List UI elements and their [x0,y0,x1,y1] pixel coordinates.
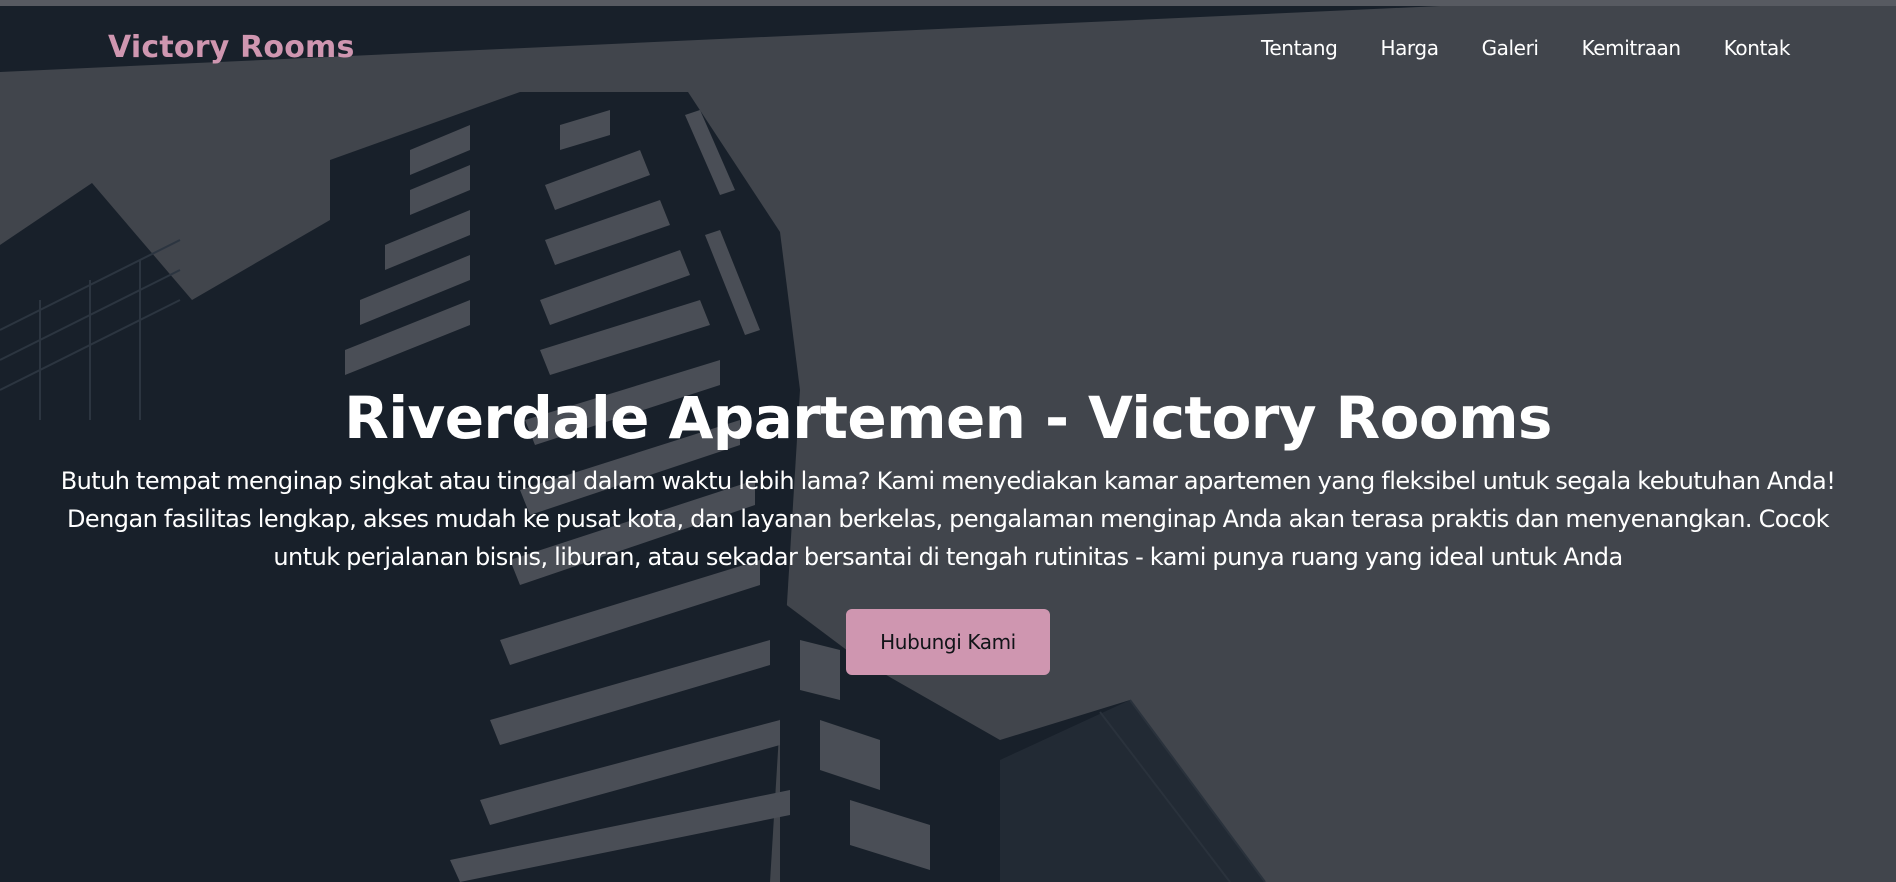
hero-description: Butuh tempat menginap singkat atau tingg… [60,467,1836,571]
nav-link-galeri[interactable]: Galeri [1482,36,1539,60]
contact-us-button[interactable]: Hubungi Kami [846,609,1050,675]
top-navigation: Victory Rooms Tentang Harga Galeri Kemit… [0,0,1896,100]
hero-title: Riverdale Apartemen - Victory Rooms [344,384,1552,452]
nav-link-kontak[interactable]: Kontak [1724,36,1791,60]
hero-section: Victory Rooms Tentang Harga Galeri Kemit… [0,0,1896,882]
hero-content: Riverdale Apartemen - Victory Rooms Butu… [0,378,1896,675]
nav-link-harga[interactable]: Harga [1380,36,1439,60]
nav-menu: Tentang Harga Galeri Kemitraan Kontak [1218,36,1790,60]
nav-link-tentang[interactable]: Tentang [1261,36,1338,60]
nav-link-kemitraan[interactable]: Kemitraan [1582,36,1682,60]
brand-logo-link[interactable]: Victory Rooms [108,30,355,65]
